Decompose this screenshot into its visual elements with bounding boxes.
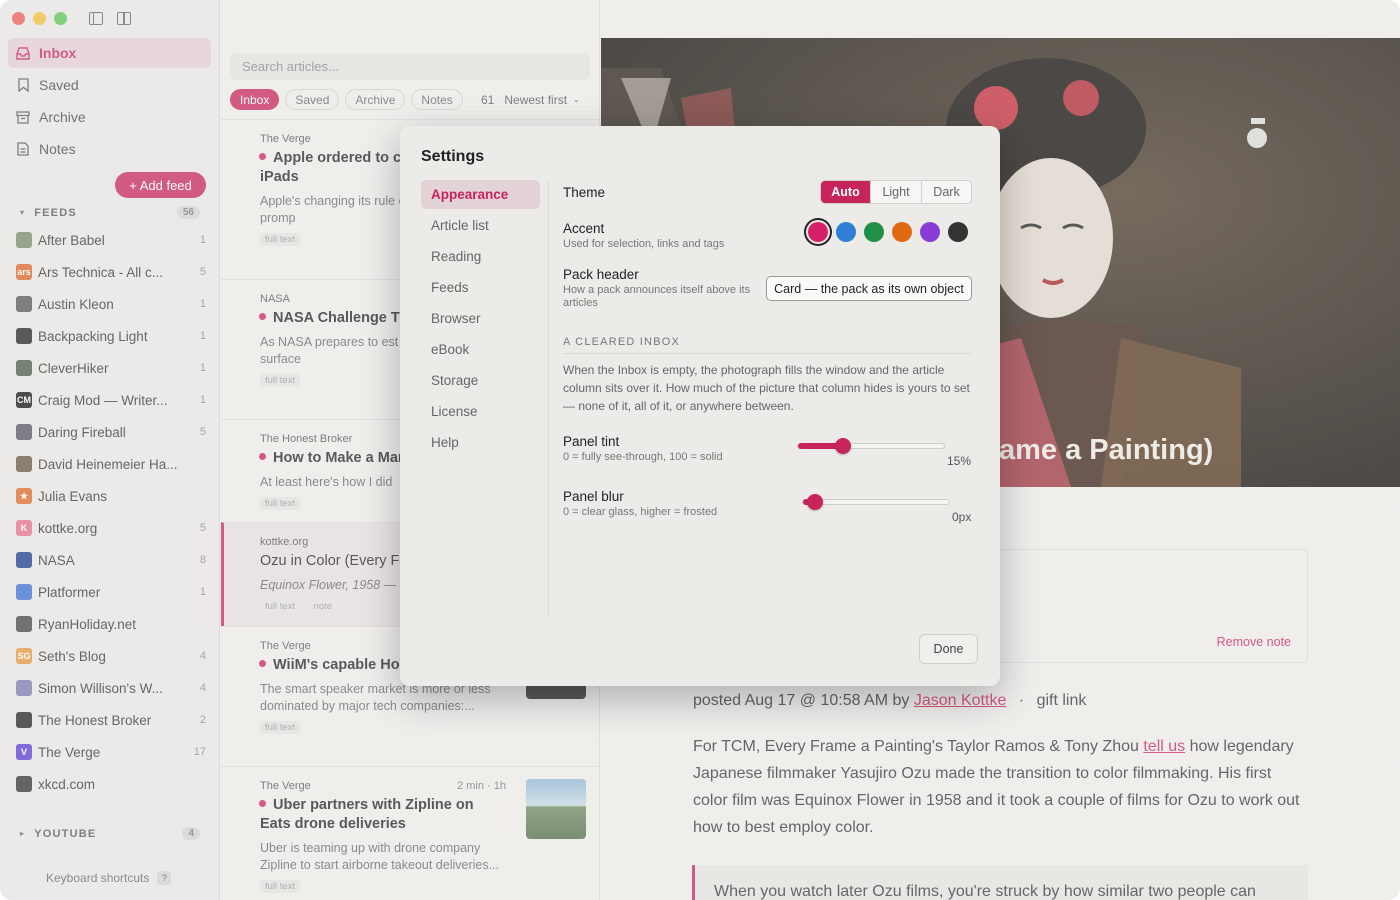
accent-label: Accent	[563, 221, 605, 236]
accent-swatch[interactable]	[892, 222, 912, 242]
cleared-inbox-section-header: A CLEARED INBOX	[563, 336, 972, 354]
done-button[interactable]: Done	[919, 634, 978, 664]
settings-dialog: Settings Appearance Article list Reading…	[400, 126, 1000, 686]
pack-header-description: How a pack announces itself above its ar…	[563, 284, 751, 309]
accent-swatch[interactable]	[948, 222, 968, 242]
settings-tab-reading[interactable]: Reading	[421, 242, 540, 271]
settings-tab-browser[interactable]: Browser	[421, 304, 540, 333]
cleared-inbox-description: When the Inbox is empty, the photograph …	[563, 363, 970, 413]
theme-label: Theme	[563, 185, 606, 200]
settings-nav: Appearance Article list Reading Feeds Br…	[421, 180, 540, 459]
accent-swatch[interactable]	[864, 222, 884, 242]
accent-swatches	[808, 222, 968, 242]
theme-option-dark[interactable]: Dark	[922, 181, 971, 203]
accent-swatch[interactable]	[808, 222, 828, 242]
panel-tint-slider[interactable]	[797, 438, 945, 454]
settings-tab-feeds[interactable]: Feeds	[421, 273, 540, 302]
settings-tab-appearance[interactable]: Appearance	[421, 180, 540, 209]
theme-option-light[interactable]: Light	[871, 181, 922, 203]
pack-header-select[interactable]: Card — the pack as its own object	[766, 276, 972, 301]
slider-handle[interactable]	[807, 494, 823, 510]
settings-tab-ebook[interactable]: eBook	[421, 335, 540, 364]
app-window: Inbox Saved Archive Notes + Add feed ▾ F…	[0, 0, 1400, 900]
panel-blur-value: 0px	[952, 510, 972, 524]
panel-blur-slider[interactable]	[802, 494, 950, 510]
pack-header-label: Pack header	[563, 267, 639, 282]
theme-segmented-control: Auto Light Dark	[820, 180, 972, 204]
theme-option-auto[interactable]: Auto	[821, 181, 871, 203]
accent-swatch[interactable]	[920, 222, 940, 242]
settings-tab-article-list[interactable]: Article list	[421, 211, 540, 240]
slider-handle[interactable]	[834, 438, 851, 454]
settings-title: Settings	[421, 148, 485, 165]
settings-divider	[548, 180, 549, 616]
settings-tab-help[interactable]: Help	[421, 428, 540, 457]
panel-tint-value: 15%	[947, 454, 972, 468]
panel-tint-description: 0 = fully see-through, 100 = solid	[563, 451, 723, 463]
panel-blur-description: 0 = clear glass, higher = frosted	[563, 506, 718, 518]
panel-tint-label: Panel tint	[563, 434, 620, 449]
panel-blur-label: Panel blur	[563, 489, 624, 504]
settings-tab-license[interactable]: License	[421, 397, 540, 426]
accent-description: Used for selection, links and tags	[563, 238, 725, 250]
accent-swatch[interactable]	[836, 222, 856, 242]
settings-tab-storage[interactable]: Storage	[421, 366, 540, 395]
